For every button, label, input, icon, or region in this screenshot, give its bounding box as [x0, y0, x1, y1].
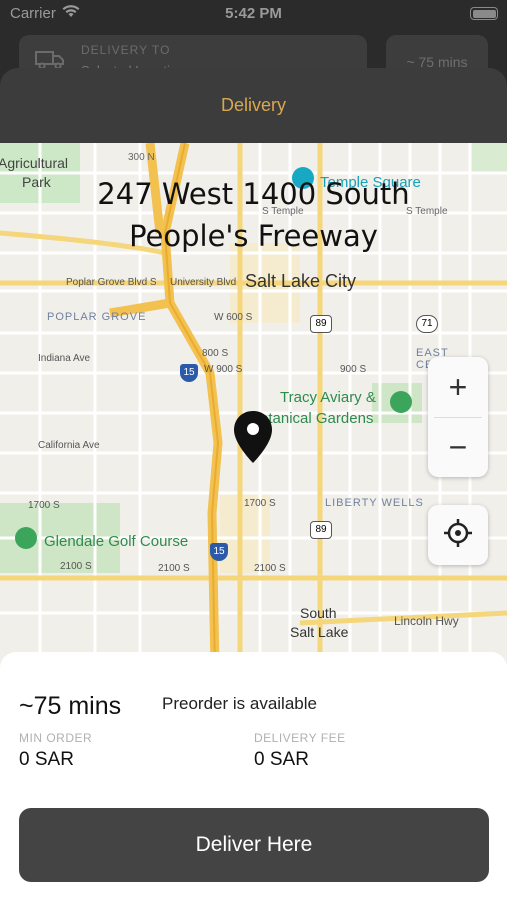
zoom-out-button[interactable]: − [428, 417, 488, 477]
map-label: Tracy Aviary & [280, 389, 376, 406]
map-label: 900 S [340, 364, 367, 375]
map-label: University Blvd [170, 277, 237, 288]
min-order-label: MIN ORDER [19, 731, 93, 745]
map-label: W 600 S [214, 312, 253, 323]
preorder-text: Preorder is available [162, 694, 317, 713]
map-label: 2100 S [60, 561, 92, 572]
map-label: W 900 S [204, 364, 243, 375]
map-label: POPLAR GROVE [47, 311, 147, 323]
my-location-button[interactable] [428, 505, 488, 565]
map-label: 1700 S [28, 500, 60, 511]
selected-address-line2: People's Freeway [129, 219, 378, 253]
location-pin-icon [234, 411, 272, 468]
golf-icon [15, 527, 37, 549]
order-summary-card: ~75 mins Preorder is available MIN ORDER… [0, 652, 507, 900]
interstate-shield: 15 [210, 543, 228, 561]
zoom-in-button[interactable]: + [428, 357, 488, 417]
interstate-shield: 15 [180, 364, 198, 382]
map-label: South [300, 605, 337, 621]
min-order-value: 0 SAR [19, 749, 74, 770]
map-label: 800 S [202, 348, 229, 359]
battery-icon [470, 7, 498, 20]
tracy-aviary-icon [390, 391, 412, 413]
map-label: 300 N [128, 152, 155, 163]
map-label: Salt Lake [290, 624, 349, 640]
route-shield: 71 [416, 315, 438, 333]
map-label: Lincoln Hwy [394, 614, 459, 628]
map-label: California Ave [38, 440, 100, 451]
map-label: Poplar Grove Blvd S [66, 277, 157, 288]
map-label: 2100 S [254, 563, 286, 574]
map-label: Glendale Golf Course [44, 533, 189, 550]
map-view[interactable]: Agricultural Park 300 N Temple Square S … [0, 143, 507, 668]
selected-address-line1: 247 West 1400 South [97, 177, 410, 211]
sheet-title: Delivery [220, 95, 286, 115]
zoom-controls: + − [428, 357, 488, 477]
delivery-fee-label: DELIVERY FEE [254, 731, 346, 745]
deliver-here-button[interactable]: Deliver Here [19, 808, 489, 882]
map-label: Indiana Ave [38, 353, 91, 364]
us-route-shield: 89 [310, 521, 332, 539]
map-label: LIBERTY WELLS [325, 497, 424, 509]
map-label: Agricultural [0, 155, 69, 171]
eta-text: ~75 mins [19, 692, 122, 720]
status-bar: Carrier 5:42 PM [0, 0, 507, 28]
delivery-fee-value: 0 SAR [254, 749, 309, 770]
crosshair-icon [443, 518, 473, 553]
clock: 5:42 PM [225, 5, 282, 22]
us-route-shield: 89 [310, 315, 332, 333]
map-label: 2100 S [158, 563, 190, 574]
map-label: 1700 S [244, 498, 276, 509]
delivery-to-label: DELIVERY TO [81, 43, 171, 57]
map-label: Salt Lake City [245, 271, 357, 291]
